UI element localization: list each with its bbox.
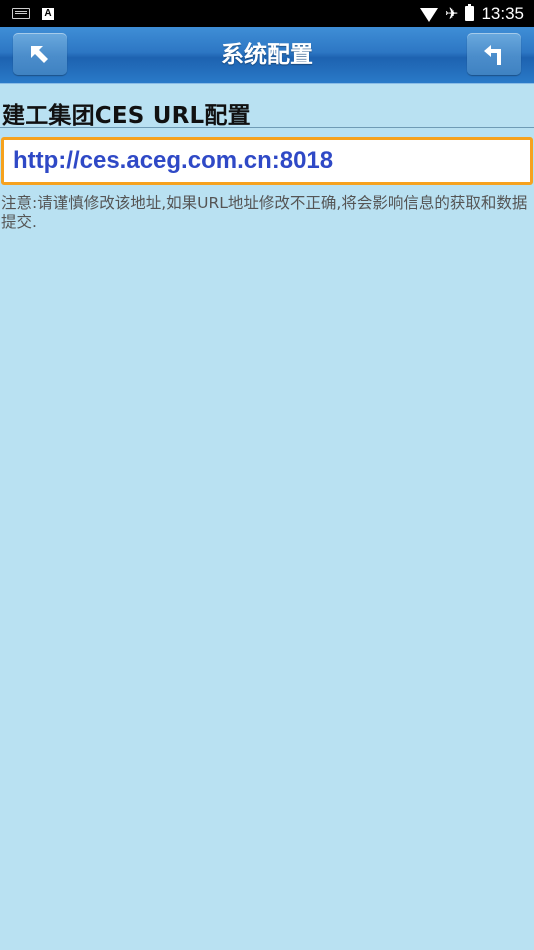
wifi-icon (420, 7, 439, 22)
airplane-icon: ✈ (445, 3, 459, 23)
battery-icon (465, 4, 475, 21)
text-a-icon: A (42, 7, 54, 20)
status-bar: A ✈ 13:35 (0, 0, 534, 27)
status-time: 13:35 (481, 3, 524, 23)
url-input-value: http://ces.aceg.com.cn:8018 (13, 147, 334, 174)
back-arrow-icon (31, 46, 48, 63)
keyboard-icon (12, 8, 30, 19)
status-left-icons: A (12, 5, 54, 22)
back-button[interactable] (13, 33, 67, 75)
url-input[interactable]: http://ces.aceg.com.cn:8018 (1, 137, 533, 185)
section-heading: 建工集团CES URL配置 (2, 103, 251, 129)
divider (0, 127, 534, 128)
title-bar: 系统配置 (0, 27, 534, 84)
return-button[interactable] (467, 33, 521, 75)
status-right-icons: ✈ 13:35 (420, 2, 524, 25)
page-title: 系统配置 (221, 42, 313, 68)
return-icon (484, 45, 501, 65)
warning-note: 注意:请谨慎修改该地址,如果URL地址修改不正确,将会影响信息的获取和数据提交. (1, 194, 528, 231)
